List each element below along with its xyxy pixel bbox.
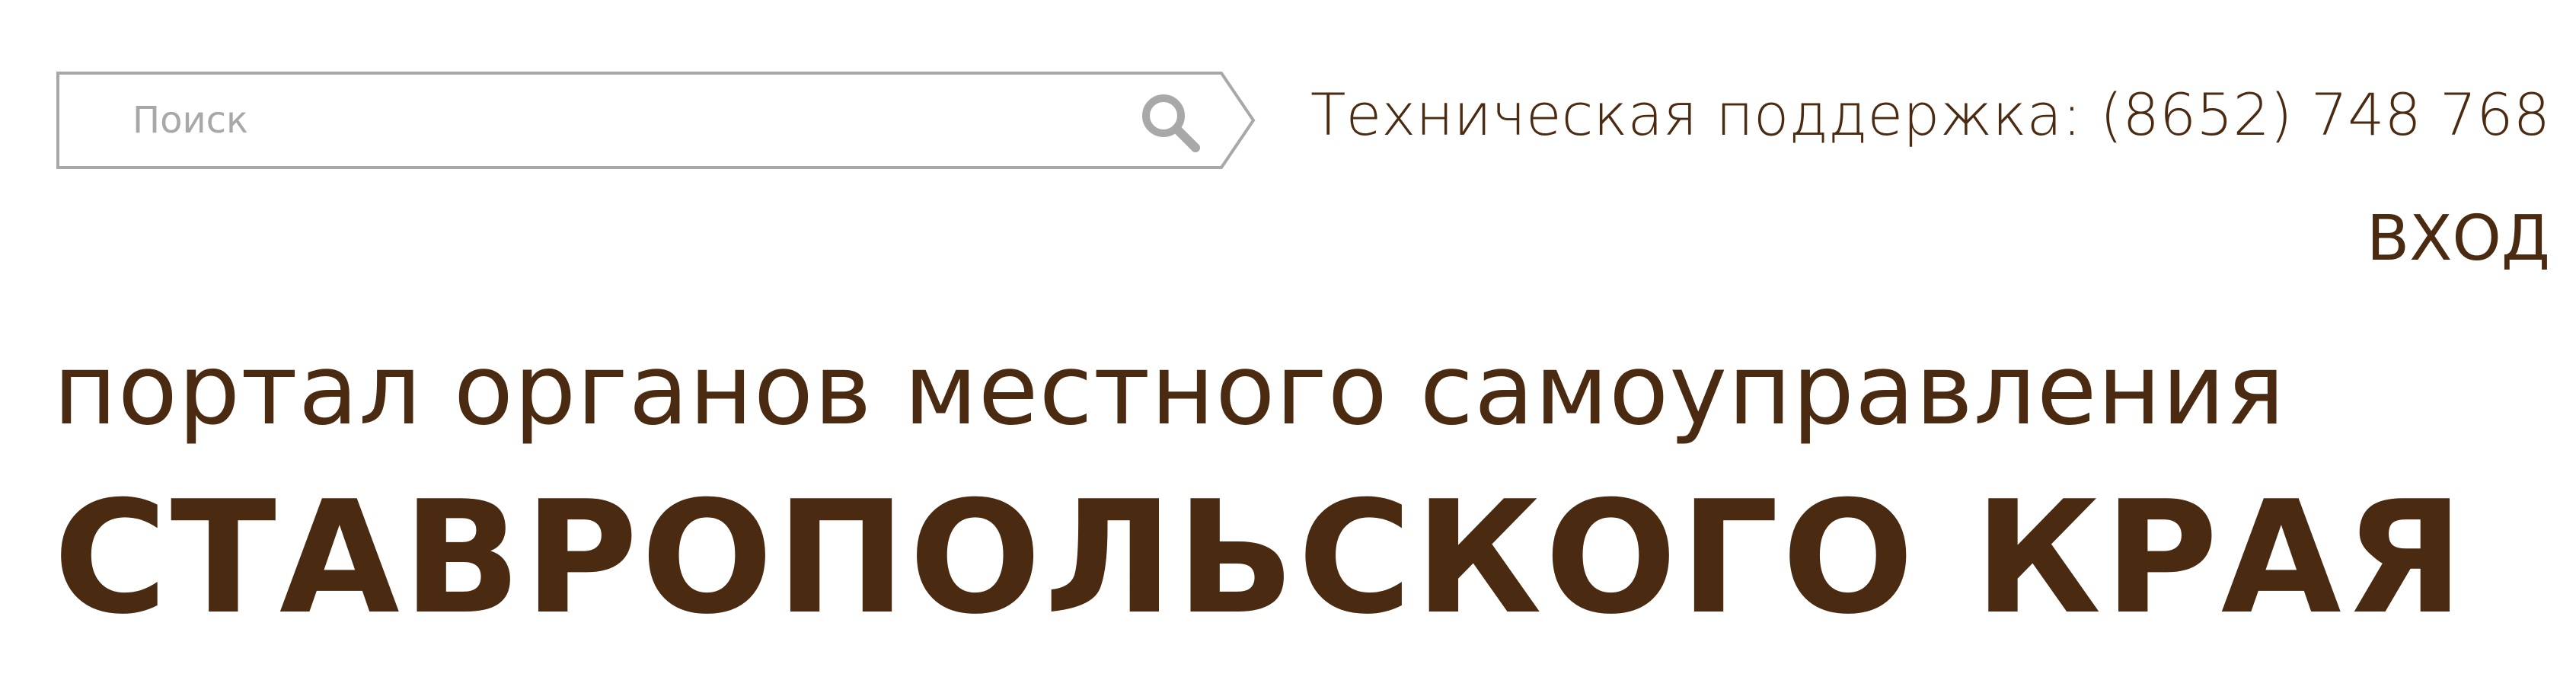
search-input[interactable] <box>132 91 1122 149</box>
portal-title-line2: СТАВРОПОЛЬСКОГО КРАЯ <box>53 468 2467 649</box>
portal-title-line1: портал органов местного самоуправления <box>53 334 2286 447</box>
search-icon[interactable] <box>1136 88 1205 157</box>
login-link[interactable]: ВХОД <box>2367 203 2550 275</box>
support-phone: Техническая поддержка: (8652) 748 768 <box>1310 81 2550 148</box>
search-box <box>56 72 1256 169</box>
